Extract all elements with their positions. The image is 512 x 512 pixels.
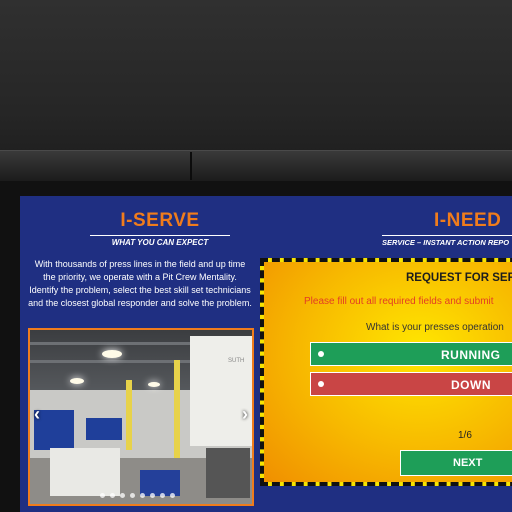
option-running-label: RUNNING	[441, 348, 501, 362]
form-page-indicator: 1/6	[458, 430, 472, 441]
form-required-note: Please fill out all required fields and …	[304, 296, 494, 307]
factory-photo-carousel[interactable]: SUTH ‹ ›	[28, 328, 254, 506]
next-button-label: NEXT	[453, 457, 483, 469]
form-question: What is your presses operation	[366, 322, 504, 333]
photo-lamp	[102, 350, 122, 358]
photo-machine	[86, 418, 122, 440]
ineed-title: I-NEED	[434, 210, 502, 231]
carousel-dot[interactable]	[120, 493, 125, 498]
carousel-dots[interactable]	[100, 493, 175, 498]
iserve-description: With thousands of press lines in the fie…	[28, 259, 252, 308]
iserve-subtitle: WHAT YOU CAN EXPECT	[90, 235, 230, 247]
carousel-dot[interactable]	[170, 493, 175, 498]
photo-machine	[34, 410, 74, 450]
photo-machine	[206, 448, 250, 498]
option-running-button[interactable]: RUNNING	[310, 342, 512, 366]
kiosk-screen: I-SERVE WHAT YOU CAN EXPECT With thousan…	[20, 196, 512, 512]
carousel-dot[interactable]	[110, 493, 115, 498]
monitor-top-edge	[0, 150, 512, 181]
carousel-dot[interactable]	[160, 493, 165, 498]
carousel-dot[interactable]	[140, 493, 145, 498]
photo-panel	[50, 448, 120, 496]
photo-yellow-rail	[174, 360, 180, 470]
next-button[interactable]: NEXT	[400, 450, 512, 476]
photo-lamp	[148, 382, 160, 387]
photo-yellow-rail	[126, 380, 132, 450]
carousel-dot[interactable]	[150, 493, 155, 498]
carousel-dot[interactable]	[100, 493, 105, 498]
ineed-subtitle: SERVICE – INSTANT ACTION REPO	[382, 235, 512, 247]
option-down-button[interactable]: DOWN	[310, 372, 512, 396]
carousel-prev-icon[interactable]: ‹	[34, 404, 40, 425]
option-down-label: DOWN	[451, 378, 491, 392]
wall	[0, 0, 512, 160]
iserve-title: I-SERVE	[120, 210, 200, 231]
photo-sign-text: SUTH	[228, 358, 245, 364]
carousel-dot[interactable]	[130, 493, 135, 498]
photo-press-wall: SUTH	[190, 336, 252, 446]
form-title: REQUEST FOR SERVI	[406, 272, 512, 284]
monitor-seam	[190, 152, 192, 180]
radio-dot-icon	[318, 381, 324, 387]
carousel-next-icon[interactable]: ›	[242, 404, 248, 425]
photo-lamp	[70, 378, 84, 384]
radio-dot-icon	[318, 351, 324, 357]
